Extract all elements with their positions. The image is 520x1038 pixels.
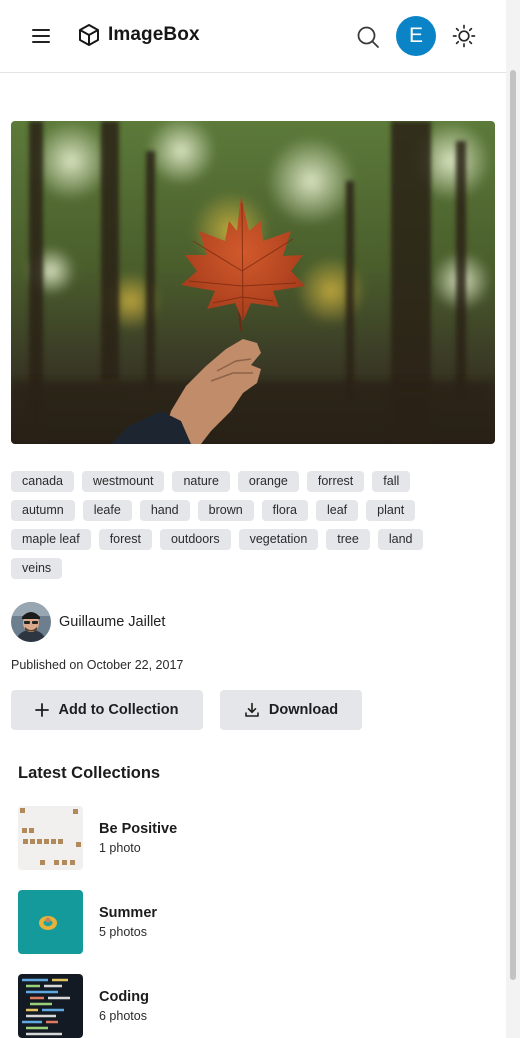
search-button[interactable] xyxy=(355,24,381,50)
tag-chip[interactable]: vegetation xyxy=(238,529,319,550)
tag-chip[interactable]: land xyxy=(377,529,424,550)
collection-thumbnail xyxy=(18,890,83,954)
maple-leaf-photo xyxy=(11,121,495,444)
tag-chip[interactable]: forest xyxy=(98,529,152,550)
tag-chip[interactable]: autumn xyxy=(11,500,75,521)
tag-chip[interactable]: hand xyxy=(139,500,190,521)
tag-list: canada westmount nature orange forrest fall au… xyxy=(11,471,481,579)
add-to-collection-label: Add to Collection xyxy=(58,702,179,718)
tag-chip[interactable]: canada xyxy=(11,471,75,492)
collection-name: Coding xyxy=(99,989,149,1005)
collection-item-summer[interactable]: Summer 5 photos xyxy=(18,890,438,954)
tag-chip[interactable]: outdoors xyxy=(159,529,231,550)
tag-chip[interactable]: leafe xyxy=(82,500,132,521)
collection-count: 6 photos xyxy=(99,1009,147,1023)
user-avatar-button[interactable]: E xyxy=(396,16,436,56)
tag-chip[interactable]: westmount xyxy=(82,471,165,492)
tag-chip[interactable]: leaf xyxy=(316,500,359,521)
tag-chip[interactable]: flora xyxy=(261,500,308,521)
author-avatar xyxy=(11,602,51,642)
theme-toggle-button[interactable] xyxy=(451,23,477,49)
app-name: ImageBox xyxy=(108,24,200,45)
top-bar: ImageBox E xyxy=(0,0,506,73)
download-label: Download xyxy=(268,702,339,718)
download-button[interactable]: Download xyxy=(220,690,362,730)
cube-logo-icon xyxy=(79,24,99,46)
collection-count: 1 photo xyxy=(99,841,141,855)
scrollbar-thumb[interactable] xyxy=(510,70,516,980)
tag-chip[interactable]: brown xyxy=(197,500,254,521)
plus-icon xyxy=(35,703,50,717)
app-logo[interactable]: ImageBox xyxy=(78,23,200,47)
main-photo[interactable] xyxy=(11,121,495,444)
tag-chip[interactable]: veins xyxy=(11,558,63,579)
collection-item-coding[interactable]: Coding 6 photos xyxy=(18,974,438,1038)
menu-button[interactable] xyxy=(26,22,56,50)
author-name: Guillaume Jaillet xyxy=(59,614,166,630)
collection-name: Be Positive xyxy=(99,821,178,837)
tag-chip[interactable]: orange xyxy=(237,471,299,492)
collection-thumbnail xyxy=(18,974,83,1038)
collection-item-be-positive[interactable]: Be Positive 1 photo xyxy=(18,806,438,870)
tag-chip[interactable]: forrest xyxy=(306,471,365,492)
tag-chip[interactable]: nature xyxy=(172,471,230,492)
collection-thumbnail xyxy=(18,806,83,870)
author-link[interactable]: Guillaume Jaillet xyxy=(11,602,165,642)
collection-count: 5 photos xyxy=(99,925,147,939)
search-icon xyxy=(357,26,379,48)
tag-chip[interactable]: maple leaf xyxy=(11,529,91,550)
menu-icon xyxy=(32,29,50,31)
latest-collections-heading: Latest Collections xyxy=(18,764,161,782)
add-to-collection-button[interactable]: Add to Collection xyxy=(11,690,203,730)
tag-chip[interactable]: tree xyxy=(326,529,370,550)
published-date: Published on October 22, 2017 xyxy=(11,658,184,672)
page: ImageBox E canada westmount nature orang… xyxy=(0,0,506,1038)
tag-chip[interactable]: fall xyxy=(372,471,411,492)
collection-name: Summer xyxy=(99,905,158,921)
tag-chip[interactable]: plant xyxy=(366,500,416,521)
sun-icon xyxy=(452,24,476,48)
download-icon xyxy=(245,702,259,717)
